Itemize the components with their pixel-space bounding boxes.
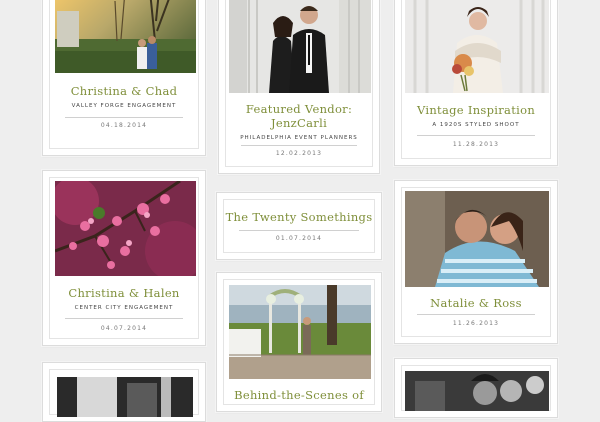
card-subtitle: Center City Engagement bbox=[74, 305, 174, 311]
bride-and-groom-photo[interactable] bbox=[229, 0, 371, 93]
card-frame bbox=[223, 199, 375, 253]
wedding-ceremony-setup-photo[interactable] bbox=[229, 285, 371, 379]
vintage-bride-photo[interactable] bbox=[405, 0, 549, 93]
pink-blossoms-photo[interactable] bbox=[55, 181, 196, 276]
post-card-bottom-right[interactable] bbox=[394, 358, 558, 418]
divider bbox=[417, 135, 535, 136]
card-title[interactable]: Christina & Chad bbox=[43, 83, 205, 99]
post-card-natalie-ross[interactable]: Natalie & Ross 11.26.2013 bbox=[394, 180, 558, 344]
card-date: 01.07.2014 bbox=[275, 235, 323, 242]
post-card-bottom-left[interactable] bbox=[42, 362, 206, 422]
couple-in-blanket-photo[interactable] bbox=[405, 191, 549, 287]
card-title[interactable]: Christina & Halen bbox=[43, 285, 205, 301]
post-card-behind-the-scenes[interactable]: Behind-the-Scenes of bbox=[216, 272, 382, 412]
card-date: 11.28.2013 bbox=[452, 141, 500, 148]
card-title[interactable]: Vintage Inspiration bbox=[395, 102, 557, 118]
card-subtitle: A 1920s Styled Shoot bbox=[432, 122, 520, 128]
post-card-twenty-somethings[interactable]: The Twenty Somethings 01.07.2014 bbox=[216, 192, 382, 260]
card-title[interactable]: Natalie & Ross bbox=[395, 295, 557, 311]
card-date: 04.18.2014 bbox=[100, 122, 148, 129]
black-and-white-photo[interactable] bbox=[57, 377, 193, 417]
card-title[interactable]: The Twenty Somethings bbox=[217, 209, 381, 225]
black-and-white-group-photo[interactable] bbox=[405, 371, 549, 411]
card-subtitle: Philadelphia Event Planners bbox=[240, 135, 358, 141]
divider bbox=[65, 117, 183, 118]
divider bbox=[241, 145, 357, 146]
card-date: 04.07.2014 bbox=[100, 325, 148, 332]
card-title[interactable]: Behind-the-Scenes of bbox=[217, 387, 381, 403]
card-date: 11.26.2013 bbox=[452, 320, 500, 327]
card-date: 12.02.2013 bbox=[275, 150, 323, 157]
post-card-vintage-inspiration[interactable]: Vintage Inspiration A 1920s Styled Shoot… bbox=[394, 0, 558, 166]
divider bbox=[239, 230, 359, 231]
divider bbox=[65, 318, 183, 319]
post-card-christina-chad[interactable]: Christina & Chad Valley Forge Engagement… bbox=[42, 0, 206, 156]
card-subtitle: Valley Forge Engagement bbox=[71, 103, 177, 109]
post-card-featured-vendor[interactable]: Featured Vendor: JenzCarli Philadelphia … bbox=[218, 0, 380, 174]
divider bbox=[417, 314, 535, 315]
card-title-line-2[interactable]: JenzCarli bbox=[219, 115, 379, 131]
couple-at-sunset-photo[interactable] bbox=[55, 0, 196, 73]
post-card-christina-halen[interactable]: Christina & Halen Center City Engagement… bbox=[42, 170, 206, 346]
